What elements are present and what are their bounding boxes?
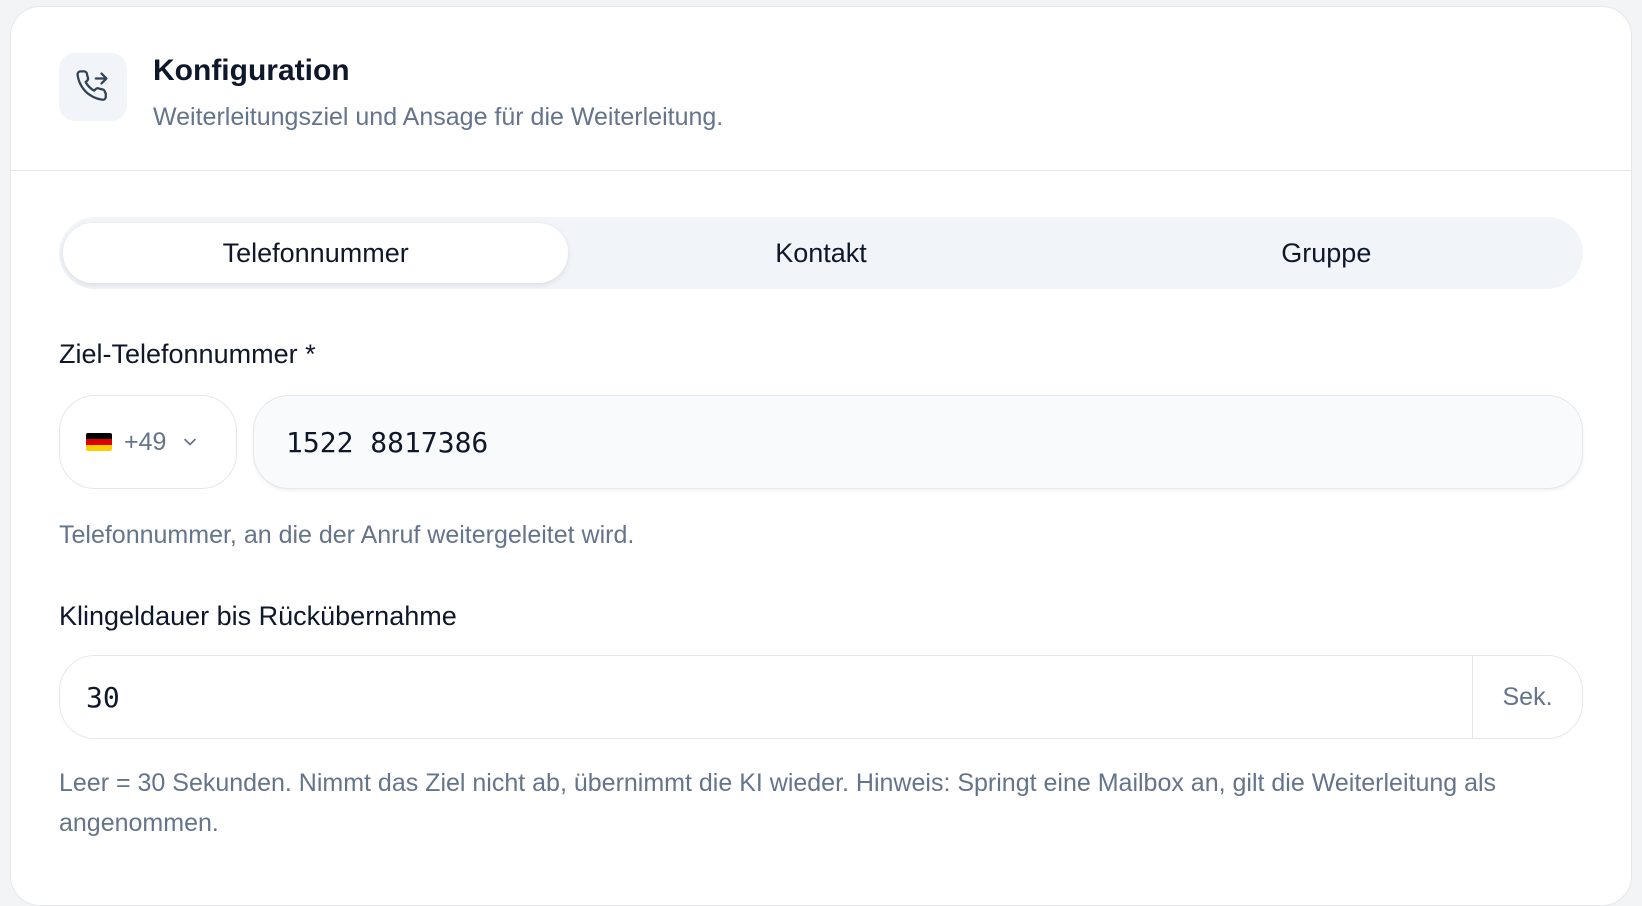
card-title: Konfiguration — [153, 54, 350, 87]
tab-kontakt[interactable]: Kontakt — [568, 223, 1073, 283]
configuration-card: Konfiguration Weiterleitungsziel und Ans… — [10, 6, 1632, 906]
ring-duration-field: 30 Sek. — [59, 655, 1583, 739]
phone-forward-icon — [59, 53, 127, 121]
germany-flag-icon — [86, 433, 112, 451]
tab-gruppe[interactable]: Gruppe — [1074, 223, 1579, 283]
country-code-value: +49 — [124, 427, 167, 456]
chevron-down-icon — [184, 438, 197, 446]
card-subtitle: Weiterleitungsziel und Ansage für die We… — [153, 103, 724, 131]
country-code-select[interactable]: +49 — [59, 395, 237, 489]
phone-help-text: Telefonnummer, an die der Anruf weiterge… — [59, 521, 635, 549]
ring-duration-label: Klingeldauer bis Rückübernahme — [59, 601, 457, 631]
card-header: Konfiguration Weiterleitungsziel und Ans… — [11, 7, 1631, 171]
phone-label: Ziel-Telefonnummer * — [59, 339, 316, 369]
target-type-tabs: Telefonnummer Kontakt Gruppe — [59, 217, 1583, 289]
ring-duration-input[interactable]: 30 — [60, 656, 1472, 738]
phone-number-input[interactable]: 1522 8817386 — [253, 395, 1583, 489]
tab-telefonnummer[interactable]: Telefonnummer — [63, 223, 569, 283]
ring-help-text: Leer = 30 Sekunden. Nimmt das Ziel nicht… — [59, 769, 1497, 837]
ring-duration-unit: Sek. — [1472, 656, 1582, 738]
